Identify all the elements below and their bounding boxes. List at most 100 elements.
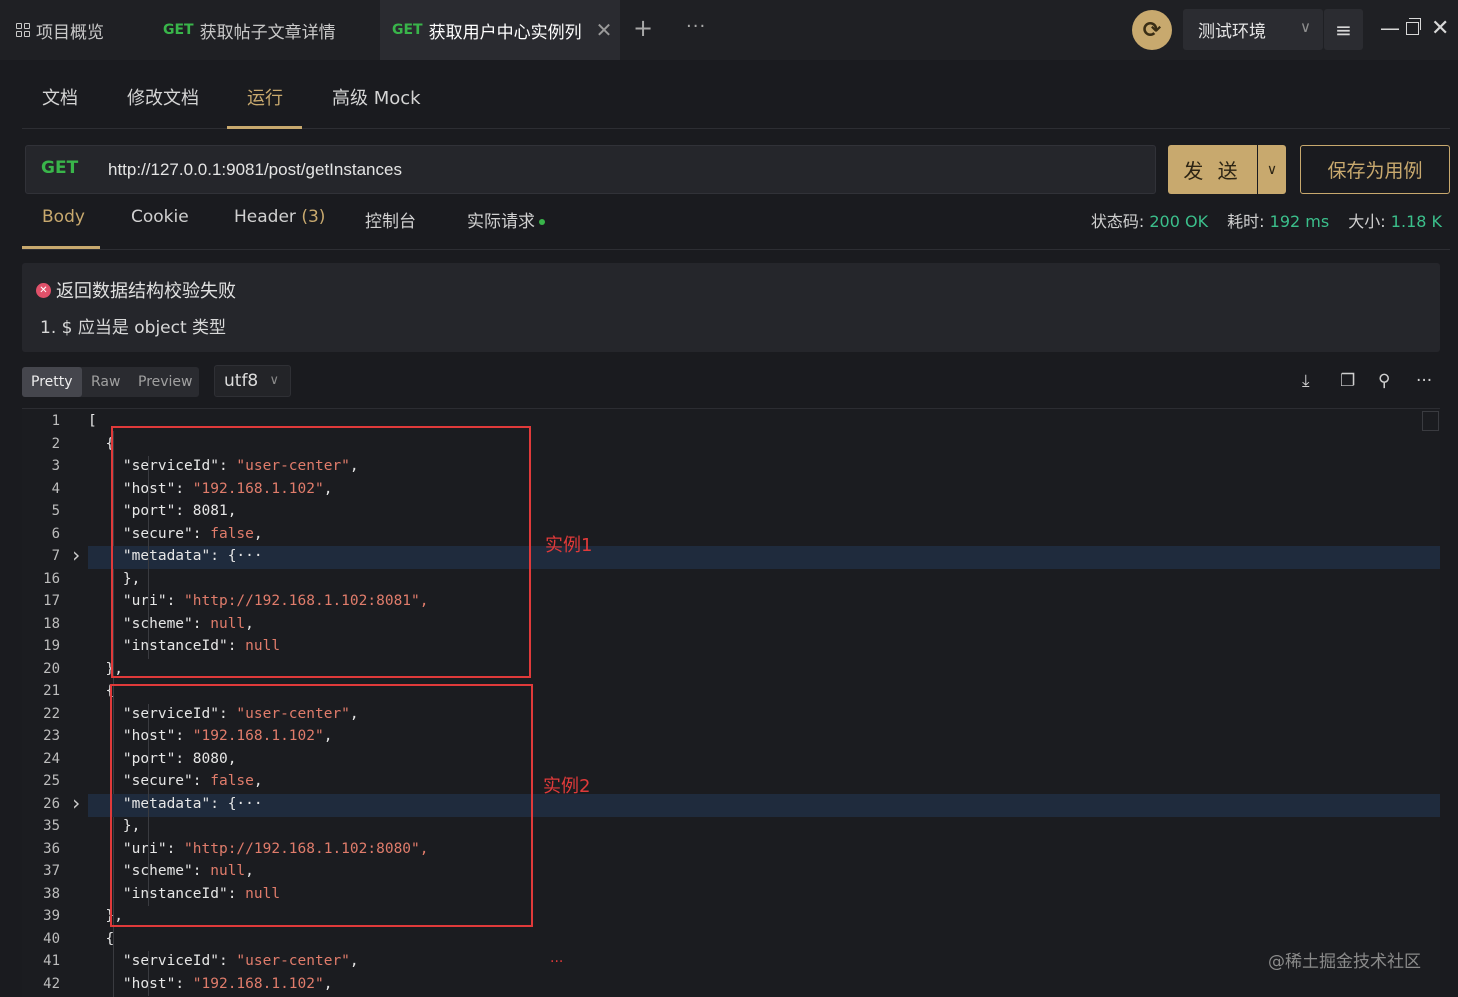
more-icon[interactable]: ··· <box>1416 371 1432 391</box>
line-number: 21 <box>43 683 60 699</box>
url-input[interactable] <box>108 146 1148 193</box>
chevron-right-icon[interactable]: › <box>70 543 82 567</box>
line-number: 37 <box>43 863 60 879</box>
line-number: 39 <box>43 908 60 924</box>
tab-actual-request-label: 实际请求 <box>467 212 535 232</box>
send-options-chevron-icon[interactable]: ∨ <box>1258 145 1286 194</box>
line-number: 5 <box>51 503 60 519</box>
error-icon: ✕ <box>36 282 51 298</box>
format-raw[interactable]: Raw <box>82 367 129 397</box>
line-number: 36 <box>43 840 60 857</box>
code-line: [ <box>88 413 97 429</box>
format-preview[interactable]: Preview <box>129 367 202 397</box>
line-number: 42 <box>43 975 60 992</box>
add-tab-icon[interactable]: + <box>633 14 653 42</box>
tab-body[interactable]: Body <box>42 207 85 227</box>
sync-icon[interactable]: ⟳ <box>1132 10 1172 50</box>
tab-advanced-mock[interactable]: 高级 Mock <box>332 84 421 110</box>
size-value: 1.18 K <box>1390 212 1442 231</box>
annotation-label-instance-1: 实例1 <box>545 535 593 556</box>
code-line: { <box>88 930 115 947</box>
line-number: 20 <box>43 660 60 677</box>
code-line: "host": "192.168.1.102", <box>122 975 333 992</box>
validation-title-text: 返回数据结构校验失败 <box>56 281 236 302</box>
tab-label: 获取帖子文章详情 <box>199 22 336 43</box>
window-close-icon[interactable]: ✕ <box>1431 16 1449 41</box>
minimize-icon[interactable]: — <box>1380 16 1400 40</box>
line-number: 18 <box>43 615 60 632</box>
validation-title: ✕ 返回数据结构校验失败 <box>36 277 236 303</box>
editor-scrollbar[interactable] <box>1422 411 1439 431</box>
tab-get-user-center-instances[interactable]: GET 获取用户中心实例列 ✕ <box>380 0 620 60</box>
tab-docs[interactable]: 文档 <box>42 84 78 110</box>
code-line: "serviceId": "user-center", <box>122 953 359 969</box>
validation-panel: ✕ 返回数据结构校验失败 1. $ 应当是 object 类型 <box>22 263 1440 352</box>
time-value: 192 ms <box>1269 212 1330 231</box>
hamburger-menu-icon[interactable]: ≡ <box>1324 9 1363 50</box>
line-number: 22 <box>43 705 60 722</box>
chevron-right-icon[interactable]: › <box>70 791 82 815</box>
tab-cookie[interactable]: Cookie <box>131 207 189 227</box>
status-label: 状态码: <box>1090 212 1145 231</box>
search-icon[interactable]: ⚲ <box>1378 371 1390 391</box>
tab-label: 获取用户中心实例列 <box>428 22 582 43</box>
line-number: 38 <box>43 885 60 902</box>
annotation-label-instance-2: 实例2 <box>543 776 591 797</box>
chevron-down-icon: ∨ <box>269 373 279 388</box>
annotation-ellipsis: ... <box>550 950 564 966</box>
method-badge: GET <box>392 22 423 38</box>
chevron-down-icon: ∨ <box>1300 18 1311 36</box>
tab-header-label: Header <box>234 207 296 227</box>
save-as-case-button[interactable]: 保存为用例 <box>1300 145 1450 194</box>
restore-icon[interactable] <box>1406 18 1421 35</box>
close-icon[interactable]: ✕ <box>596 18 613 42</box>
line-number: 26 <box>43 795 60 812</box>
line-number: 4 <box>51 480 60 497</box>
format-pretty[interactable]: Pretty <box>22 367 82 397</box>
line-number: 40 <box>43 930 60 947</box>
validation-item: 1. $ 应当是 object 类型 <box>40 318 227 338</box>
tab-actual-request[interactable]: 实际请求 <box>467 207 545 232</box>
response-tabs: Body Cookie Header (3) 控制台 实际请求 状态码: 200… <box>22 196 1450 250</box>
line-number: 19 <box>43 638 60 654</box>
line-number: 24 <box>43 750 60 767</box>
tab-edit-docs[interactable]: 修改文档 <box>127 84 199 110</box>
more-icon[interactable]: ··· <box>686 16 706 37</box>
line-number: 41 <box>43 953 60 969</box>
request-url-bar: GET <box>25 145 1156 194</box>
encoding-select[interactable]: utf8 ∨ <box>214 365 291 397</box>
annotation-box-instance-2 <box>110 684 533 927</box>
line-number: 25 <box>43 773 60 789</box>
line-number: 3 <box>51 458 60 474</box>
line-number: 23 <box>43 728 60 744</box>
line-number: 17 <box>43 593 60 609</box>
send-button[interactable]: 发 送 <box>1168 145 1257 194</box>
encoding-value: utf8 <box>224 371 259 391</box>
line-number: 7 <box>51 548 60 564</box>
line-number: 1 <box>51 413 60 429</box>
environment-select[interactable]: 测试环境 ∨ <box>1183 9 1323 50</box>
watermark: @稀土掘金技术社区 <box>1268 952 1421 972</box>
annotation-box-instance-1 <box>111 426 531 678</box>
header-count: (3) <box>301 207 326 227</box>
line-number: 6 <box>51 525 60 542</box>
active-tab-indicator <box>22 246 100 249</box>
method-badge: GET <box>163 22 194 38</box>
line-number: 35 <box>43 818 60 834</box>
indent-guide <box>148 973 149 996</box>
tab-run[interactable]: 运行 <box>247 84 283 110</box>
environment-label: 测试环境 <box>1198 22 1266 42</box>
request-method[interactable]: GET <box>41 158 78 178</box>
tab-console[interactable]: 控制台 <box>365 207 416 232</box>
response-stats: 状态码: 200 OK 耗时: 192 ms 大小: 1.18 K <box>1091 208 1442 232</box>
tab-get-post-detail[interactable]: GET 获取帖子文章详情 <box>163 0 336 60</box>
copy-icon[interactable]: ❐ <box>1340 371 1355 391</box>
download-icon[interactable]: ⤓ <box>1302 371 1310 391</box>
format-toggle: Pretty Raw Preview <box>22 367 199 397</box>
api-sub-tabs: 文档 修改文档 运行 高级 Mock <box>22 60 1450 129</box>
top-tab-bar: 项目概览 GET 获取帖子文章详情 GET 获取用户中心实例列 ✕ + ··· … <box>0 0 1458 60</box>
tab-project-overview[interactable]: 项目概览 <box>16 0 104 60</box>
line-number: 2 <box>51 435 60 452</box>
tab-header[interactable]: Header (3) <box>234 207 325 227</box>
size-label: 大小: <box>1348 212 1386 231</box>
